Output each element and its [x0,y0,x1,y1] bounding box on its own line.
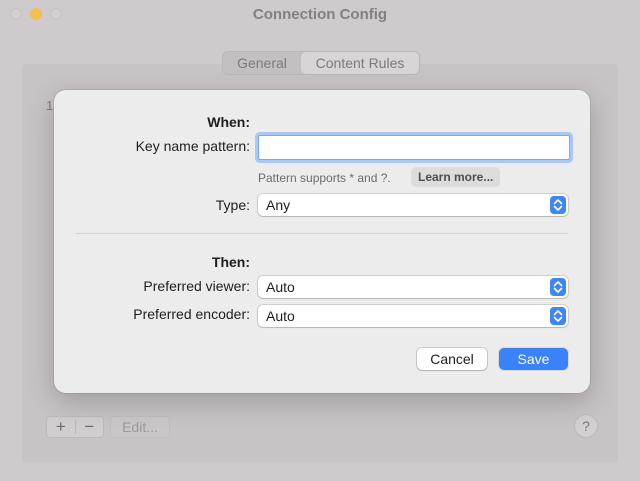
cancel-button[interactable]: Cancel [417,348,487,370]
key-name-field[interactable] [258,135,570,160]
tab-content-rules[interactable]: Content Rules [301,52,419,74]
preferred-viewer-value: Auto [266,279,295,295]
type-select-value: Any [266,197,291,213]
save-button[interactable]: Save [499,348,568,370]
edit-button[interactable]: Edit... [110,416,170,438]
section-divider [76,233,568,234]
preferred-encoder-select[interactable]: Auto [258,305,568,327]
when-heading: When: [207,114,250,130]
title-bar: Connection Config [0,0,640,28]
then-heading: Then: [211,254,250,270]
panel-row-text: 1 [46,98,54,113]
tab-general[interactable]: General [223,55,301,71]
preferred-viewer-label: Preferred viewer: [143,278,250,294]
pattern-hint: Pattern supports * and ?. [258,171,391,185]
stepper-arrows-icon [550,278,566,296]
preferred-encoder-value: Auto [266,308,295,324]
tab-bar: General Content Rules [222,51,420,75]
key-name-label: Key name pattern: [135,138,250,154]
remove-button[interactable]: − [76,417,104,437]
preferred-viewer-select[interactable]: Auto [258,276,568,298]
type-select[interactable]: Any [258,194,568,216]
type-label: Type: [215,197,250,213]
stepper-arrows-icon [550,196,566,214]
stepper-arrows-icon [550,307,566,325]
preferred-encoder-label: Preferred encoder: [133,306,250,322]
help-button[interactable]: ? [574,414,598,438]
add-remove-control: + − [46,416,104,438]
learn-more-button[interactable]: Learn more... [411,167,501,187]
add-button[interactable]: + [47,417,75,437]
window-title: Connection Config [252,6,388,23]
rule-sheet: When: Key name pattern: Pattern supports… [54,90,590,393]
